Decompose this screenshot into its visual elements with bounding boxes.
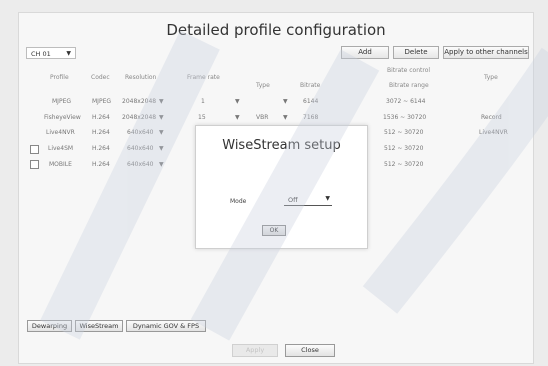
header-type: Type [256, 82, 270, 89]
row-checkbox[interactable] [30, 145, 39, 154]
channel-select-value: CH 01 [31, 50, 51, 58]
chevron-down-icon: ▼ [235, 114, 240, 121]
apply-to-other-channels-button[interactable]: Apply to other channels [443, 46, 529, 59]
mode-label: Mode [230, 198, 247, 205]
chevron-down-icon: ▼ [159, 129, 164, 136]
dynamic-gov-fps-button[interactable]: Dynamic GOV & FPS [126, 320, 206, 332]
window: Detailed profile configuration CH 01 ▼ A… [0, 0, 548, 366]
header-profile: Profile [50, 74, 69, 81]
chevron-down-icon: ▼ [159, 161, 164, 168]
chevron-down-icon: ▼ [159, 98, 164, 105]
row-resolution[interactable]: 2048x2048 [122, 114, 156, 121]
row-profile: Live4SM [48, 145, 74, 152]
row-frame-rate[interactable]: 1 [201, 98, 205, 105]
header-type-2: Type [484, 74, 498, 81]
dialog-title: WiseStream setup [222, 138, 341, 153]
wisestream-button[interactable]: WiseStream [75, 320, 123, 332]
header-codec: Codec [91, 74, 110, 81]
row-profile: MOBILE [49, 161, 72, 168]
row-profile: MJPEG [52, 98, 72, 105]
row-bitrate[interactable]: 7168 [303, 114, 318, 121]
chevron-down-icon: ▼ [159, 114, 164, 121]
row-resolution[interactable]: 640x640 [127, 145, 153, 152]
row-resolution[interactable]: 2048x2048 [122, 98, 156, 105]
row-tag: Record [481, 114, 502, 121]
row-codec: MJPEG [92, 98, 112, 105]
row-tag: Live4NVR [479, 129, 508, 136]
row-profile: FisheyeView [44, 114, 81, 121]
chevron-down-icon: ▼ [283, 98, 288, 105]
mode-select[interactable]: Off ▼ [284, 194, 332, 206]
header-frame-rate: Frame rate [187, 74, 220, 81]
chevron-down-icon: ▼ [159, 145, 164, 152]
row-codec: H.264 [92, 129, 110, 136]
row-frame-rate[interactable]: 15 [198, 114, 206, 121]
apply-button[interactable]: Apply [232, 344, 278, 357]
header-bitrate-range: Bitrate range [389, 82, 429, 89]
row-profile: Live4NVR [46, 129, 75, 136]
chevron-down-icon: ▼ [235, 98, 240, 105]
page-title: Detailed profile configuration [166, 21, 386, 39]
row-bitrate[interactable]: 6144 [303, 98, 318, 105]
row-resolution[interactable]: 640x640 [127, 129, 153, 136]
mode-select-value: Off [288, 196, 298, 204]
row-bitrate-range: 3072 ~ 6144 [386, 98, 426, 105]
row-codec: H.264 [92, 145, 110, 152]
close-button[interactable]: Close [285, 344, 335, 357]
chevron-down-icon: ▼ [66, 50, 71, 57]
add-button[interactable]: Add [341, 46, 389, 59]
chevron-down-icon: ▼ [283, 114, 288, 121]
row-bitrate-range: 512 ~ 30720 [384, 145, 424, 152]
row-resolution[interactable]: 640x640 [127, 161, 153, 168]
header-bitrate: Bitrate [300, 82, 321, 89]
row-bitrate-range: 512 ~ 30720 [384, 129, 424, 136]
wisestream-setup-dialog: WiseStream setup Mode Off ▼ OK [195, 125, 368, 249]
chevron-down-icon: ▼ [325, 195, 330, 202]
header-bitrate-control: Bitrate control [387, 67, 431, 74]
dewarping-button[interactable]: Dewarping [27, 320, 72, 332]
row-bitrate-range: 1536 ~ 30720 [383, 114, 427, 121]
delete-button[interactable]: Delete [393, 46, 439, 59]
header-resolution: Resolution [125, 74, 157, 81]
row-checkbox[interactable] [30, 160, 39, 169]
ok-button[interactable]: OK [262, 225, 286, 236]
channel-select[interactable]: CH 01 ▼ [26, 47, 76, 59]
row-type[interactable]: VBR [256, 114, 268, 121]
row-bitrate-range: 512 ~ 30720 [384, 161, 424, 168]
row-codec: H.264 [92, 161, 110, 168]
row-codec: H.264 [92, 114, 110, 121]
